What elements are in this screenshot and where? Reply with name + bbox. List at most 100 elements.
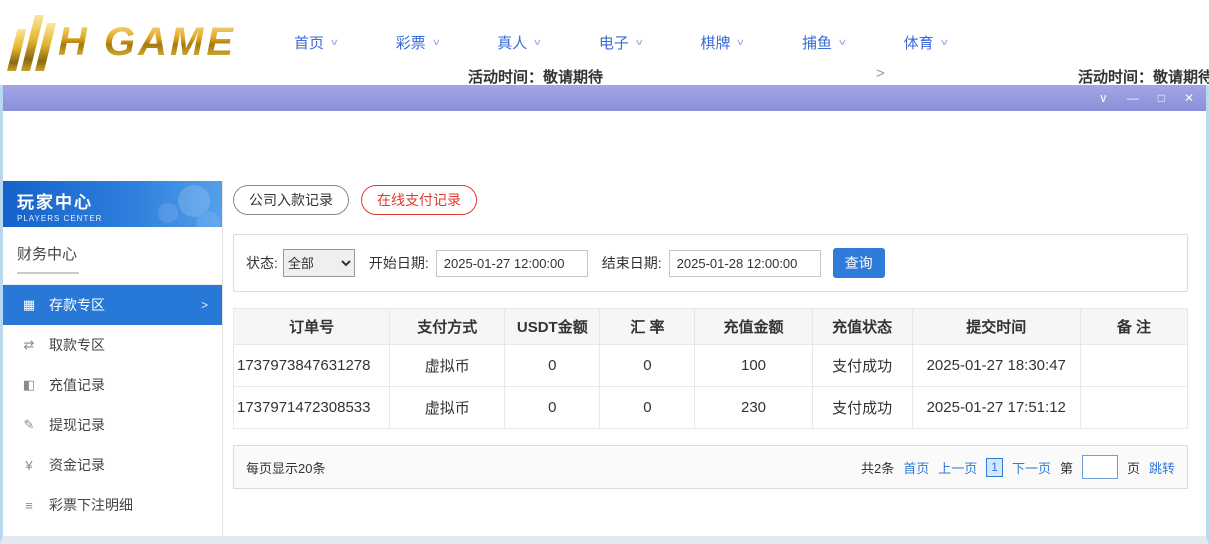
table-cell: 230 [695, 387, 812, 429]
status-label: 状态: [246, 253, 278, 273]
table-row: 1737971472308533虚拟币00230支付成功2025-01-27 1… [234, 387, 1188, 429]
table-header-cell: USDT金额 [505, 309, 600, 345]
table-cell: 2025-01-27 18:30:47 [912, 345, 1080, 387]
recharge-record-icon: ◧ [20, 377, 38, 393]
background-banner: 活动时间：敬请期待 > 活动时间：敬请期待 [0, 65, 1209, 85]
nav-item-label: 捕鱼 [802, 32, 832, 53]
window-controls: ∨ — □ ✕ [1099, 92, 1194, 104]
chevron-down-icon: ∨ [939, 37, 949, 48]
jump-prefix-label: 第 [1060, 458, 1073, 477]
deposit-card-icon: ▦ [20, 297, 38, 313]
table-cell: 2025-01-27 17:51:12 [912, 387, 1080, 429]
sidebar-item-withdraw-records[interactable]: ✎提现记录 [3, 405, 222, 445]
nav-item-label: 首页 [294, 32, 324, 53]
nav-item-slots[interactable]: 电子 ∨ [599, 32, 643, 53]
sidebar-item-lottery-bet-details[interactable]: ≡ 彩票下注明细 [3, 485, 222, 525]
top-nav: 首页∨彩票∨真人∨电子∨棋牌∨捕鱼∨体育∨ [294, 32, 947, 53]
window-minimize-icon[interactable]: — [1127, 92, 1139, 104]
table-body: 1737973847631278虚拟币00100支付成功2025-01-27 1… [234, 345, 1188, 429]
table-cell [1080, 345, 1187, 387]
window-rollup-icon[interactable]: ∨ [1099, 92, 1108, 104]
nav-item-lottery[interactable]: 彩票∨ [396, 32, 440, 53]
table-cell: 1737971472308533 [234, 387, 390, 429]
chevron-down-icon: ∨ [634, 37, 644, 48]
tab-company-deposit-records[interactable]: 公司入款记录 [233, 185, 349, 215]
table-row: 1737973847631278虚拟币00100支付成功2025-01-27 1… [234, 345, 1188, 387]
first-page-link[interactable]: 首页 [903, 458, 929, 477]
sidebar-item-deposit-zone[interactable]: ▦存款专区> [3, 285, 222, 325]
table-header-cell: 提交时间 [912, 309, 1080, 345]
funds-record-icon: ¥ [20, 458, 38, 473]
content-area: 公司入款记录在线支付记录 状态: 全部 开始日期: 结束日期: 查询 [223, 181, 1206, 536]
main-row: 玩家中心 PLAYERS CENTER 财务中心 ▦存款专区>⇄取款专区◧充值记… [3, 181, 1206, 536]
start-date-input[interactable] [436, 250, 588, 277]
jump-action-link[interactable]: 跳转 [1149, 458, 1175, 477]
filter-panel: 状态: 全部 开始日期: 结束日期: 查询 [233, 234, 1188, 292]
window-titlebar: ∨ — □ ✕ [3, 85, 1206, 111]
sidebar-item-label: 存款专区 [49, 295, 105, 315]
sidebar-subtitle: PLAYERS CENTER [17, 214, 222, 223]
table-header-cell: 充值状态 [812, 309, 912, 345]
sidebar-item-label: 资金记录 [49, 455, 105, 475]
nav-item-home[interactable]: 首页 ∨ [294, 32, 338, 53]
jump-suffix-label: 页 [1127, 458, 1140, 477]
chevron-down-icon: ∨ [837, 37, 847, 48]
sidebar: 玩家中心 PLAYERS CENTER 财务中心 ▦存款专区>⇄取款专区◧充值记… [3, 181, 223, 536]
withdraw-cash-icon: ⇄ [20, 337, 38, 353]
logo-text: H GAME [58, 20, 236, 65]
payment-records-table: 订单号支付方式USDT金额汇 率充值金额充值状态提交时间备 注 17379738… [233, 308, 1188, 429]
banner-activity-text: 活动时间：敬请期待 [1078, 66, 1209, 85]
nav-item-sports[interactable]: 体育∨ [904, 32, 948, 53]
player-center-window: ∨—□✕ 玩家中心 PLAYERS CENTER 财务中心 ▦存款专区>⇄取款专… [0, 85, 1209, 544]
nav-item-label: 电子 [599, 32, 629, 53]
end-date-input[interactable] [669, 250, 821, 277]
banner-activity-text: 活动时间：敬请期待 [468, 66, 603, 85]
table-cell: 虚拟币 [390, 345, 505, 387]
sidebar-header: 玩家中心 PLAYERS CENTER [3, 181, 222, 227]
table-header-cell: 汇 率 [600, 309, 695, 345]
window-close-icon[interactable]: ✕ [1184, 92, 1194, 104]
total-count: 共2条 [861, 458, 894, 477]
nav-item-chess[interactable]: 棋牌∨ [700, 32, 744, 53]
sidebar-item-label: 取款专区 [49, 335, 105, 355]
sidebar-section-label: 财务中心 [3, 227, 222, 285]
query-button[interactable]: 查询 [833, 248, 885, 278]
per-page-info: 每页显示20条 [246, 458, 325, 477]
sidebar-title: 玩家中心 [17, 188, 222, 213]
next-page-link[interactable]: 下一页 [1012, 458, 1051, 477]
sidebar-item-label: 充值记录 [49, 375, 105, 395]
lottery-bet-detail-icon: ≡ [20, 498, 38, 513]
table-cell: 0 [505, 345, 600, 387]
chevron-down-icon: ∨ [431, 37, 441, 48]
nav-item-label: 棋牌 [700, 32, 730, 53]
status-select[interactable]: 全部 [283, 249, 355, 277]
sidebar-item-label: 彩票下注明细 [49, 495, 133, 515]
banner-next-arrow-icon[interactable]: > [876, 65, 885, 82]
sidebar-item-recharge-records[interactable]: ◧ 充值记录 [3, 365, 222, 405]
table-cell: 虚拟币 [390, 387, 505, 429]
page: H GAME 首页∨彩票∨真人∨电子∨棋牌∨捕鱼∨体育∨ 活动时间：敬请期待 >… [0, 0, 1209, 544]
table-cell: 1737973847631278 [234, 345, 390, 387]
sidebar-item-label: 提现记录 [49, 415, 105, 435]
chevron-down-icon: ∨ [329, 37, 339, 48]
nav-item-fishing[interactable]: 捕鱼 ∨ [802, 32, 846, 53]
logo-bars-icon [7, 15, 58, 71]
table-header-cell: 备 注 [1080, 309, 1187, 345]
sidebar-item-withdraw-zone[interactable]: ⇄ 取款专区 [3, 325, 222, 365]
nav-item-live[interactable]: 真人∨ [497, 32, 541, 53]
table-cell: 0 [600, 345, 695, 387]
sidebar-menu: ▦存款专区>⇄取款专区◧充值记录✎提现记录¥资金记录≡彩票下注明细 [3, 285, 222, 525]
current-page[interactable]: 1 [986, 458, 1003, 477]
prev-page-link[interactable]: 上一页 [938, 458, 977, 477]
sidebar-item-funds-records[interactable]: ¥ 资金记录 [3, 445, 222, 485]
page-jump-input[interactable] [1082, 455, 1118, 479]
table-cell: 100 [695, 345, 812, 387]
table-header-cell: 充值金额 [695, 309, 812, 345]
nav-item-label: 真人 [497, 32, 527, 53]
site-header: H GAME 首页∨彩票∨真人∨电子∨棋牌∨捕鱼∨体育∨ 活动时间：敬请期待 >… [0, 0, 1209, 85]
table-header-row: 订单号支付方式USDT金额汇 率充值金额充值状态提交时间备 注 [234, 309, 1188, 345]
window-maximize-icon[interactable]: □ [1158, 92, 1165, 104]
tab-online-payment-records[interactable]: 在线支付记录 [361, 185, 477, 215]
table-header-cell: 订单号 [234, 309, 390, 345]
record-tabs: 公司入款记录在线支付记录 [233, 185, 1188, 215]
